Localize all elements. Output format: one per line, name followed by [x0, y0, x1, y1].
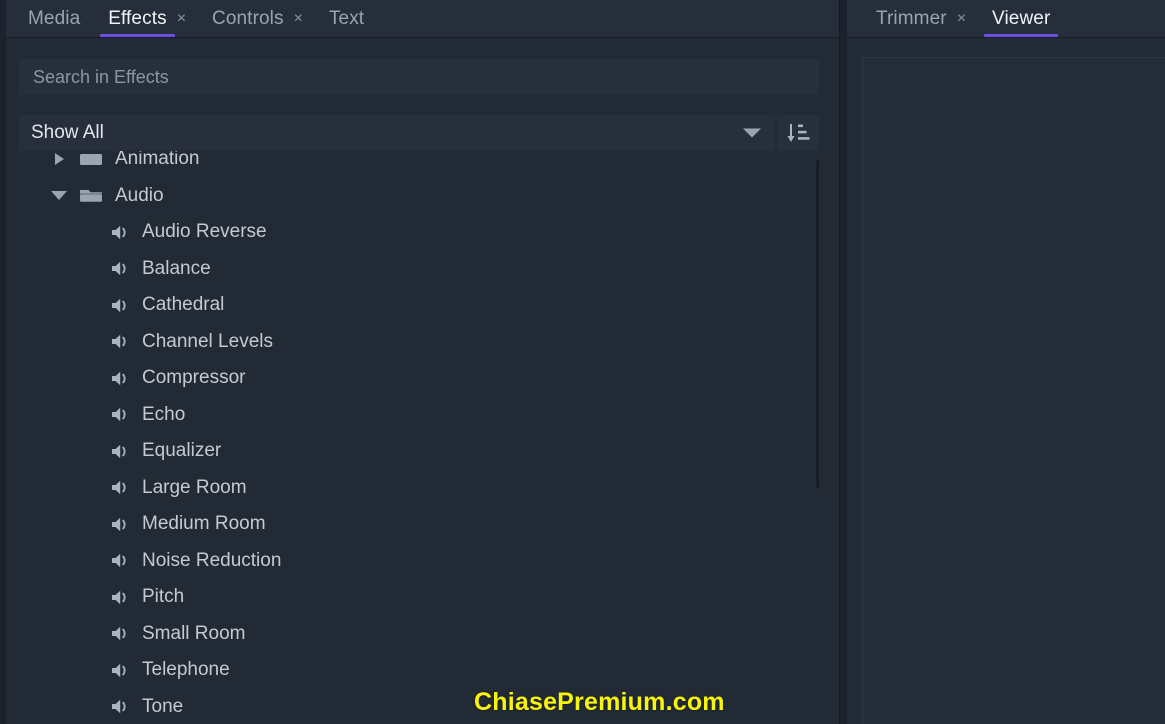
tree-folder-animation[interactable]: Animation	[19, 151, 819, 178]
tree-folder-audio[interactable]: Audio	[19, 178, 819, 215]
effects-list: Audio Reverse Balance Cathedral Channel Lev…	[19, 214, 819, 724]
speaker-icon	[111, 222, 131, 242]
speaker-icon	[111, 259, 131, 279]
search-input[interactable]	[19, 59, 819, 95]
folder-closed-icon	[79, 151, 105, 169]
speaker-icon	[111, 295, 131, 315]
tree-item-effect-label: Pitch	[142, 586, 185, 608]
tab-viewer[interactable]: Viewer	[978, 0, 1064, 37]
left-panel-edge	[0, 0, 6, 724]
tree-item-effect-label: Audio Reverse	[142, 221, 267, 243]
viewer-canvas[interactable]	[862, 57, 1165, 724]
effects-panel-body: Show All	[0, 38, 839, 724]
tab-effects[interactable]: Effects	[94, 0, 180, 37]
chevron-right-icon	[54, 153, 64, 166]
effects-scrollbar-thumb[interactable]	[816, 159, 819, 489]
effects-scrollbar-track[interactable]	[814, 151, 819, 724]
tab-controls[interactable]: Controls	[198, 0, 298, 37]
speaker-icon	[111, 478, 131, 498]
right-panel-edge	[840, 0, 847, 724]
speaker-icon	[111, 551, 131, 571]
tab-controls-label: Controls	[212, 7, 284, 29]
tree-item-effect[interactable]: Echo	[19, 397, 819, 434]
tree-item-effect[interactable]: Noise Reduction	[19, 543, 819, 580]
tree-item-effect-label: Compressor	[142, 367, 246, 389]
speaker-icon	[111, 660, 131, 680]
tree-folder-audio-label: Audio	[115, 184, 164, 206]
effects-tree: Animation Audio Audio Reverse Balance Ca…	[19, 151, 819, 724]
sort-order-button[interactable]	[777, 115, 819, 151]
tree-item-effect-label: Telephone	[142, 659, 230, 681]
tab-group-controls: Controls ×	[198, 0, 315, 37]
tab-viewer-label: Viewer	[992, 7, 1051, 29]
effects-panel: Media Effects × Controls × Text Search i…	[0, 0, 840, 724]
show-all-dropdown-label: Show All	[31, 122, 104, 143]
sort-descending-icon	[787, 124, 810, 142]
chevron-down-icon	[51, 191, 67, 201]
tree-item-effect[interactable]: Channel Levels	[19, 324, 819, 361]
tab-effects-label: Effects	[108, 7, 167, 29]
left-panel-tabbar: Media Effects × Controls × Text	[0, 0, 839, 38]
tab-text-label: Text	[328, 7, 365, 29]
tree-item-effect[interactable]: Small Room	[19, 616, 819, 653]
tree-item-effect[interactable]: Pitch	[19, 579, 819, 616]
speaker-icon	[111, 587, 131, 607]
expand-arrow-animation[interactable]	[49, 151, 69, 177]
tree-item-effect[interactable]: Medium Room	[19, 506, 819, 543]
speaker-icon	[111, 405, 131, 425]
viewer-body	[840, 38, 1165, 724]
watermark: ChiasePremium.com	[474, 688, 725, 716]
tree-item-effect[interactable]: Equalizer	[19, 433, 819, 470]
tree-item-effect[interactable]: Audio Reverse	[19, 214, 819, 251]
tree-item-effect-label: Tone	[142, 695, 184, 717]
tab-media[interactable]: Media	[14, 0, 94, 37]
tree-item-effect-label: Noise Reduction	[142, 549, 282, 571]
speaker-icon	[111, 441, 131, 461]
filter-row: Show All	[19, 115, 819, 151]
tab-group-effects: Effects ×	[94, 0, 198, 37]
tree-item-effect[interactable]: Balance	[19, 251, 819, 288]
tab-effects-underline	[100, 34, 175, 37]
tree-item-effect-label: Equalizer	[142, 440, 222, 462]
tab-trimmer[interactable]: Trimmer	[862, 0, 961, 37]
speaker-icon	[111, 514, 131, 534]
tree-item-effect[interactable]: Large Room	[19, 470, 819, 507]
app-root: Media Effects × Controls × Text Search i…	[0, 0, 1165, 724]
tree-item-effect[interactable]: Telephone	[19, 652, 819, 689]
tab-media-label: Media	[28, 7, 81, 29]
tree-item-effect-label: Small Room	[142, 622, 246, 644]
tree-item-effect-label: Balance	[142, 257, 211, 279]
search-row	[19, 38, 819, 95]
show-all-dropdown[interactable]: Show All	[19, 115, 775, 151]
tab-viewer-underline	[984, 34, 1059, 37]
viewer-panel: Trimmer × Viewer	[840, 0, 1165, 724]
tree-item-effect[interactable]: Compressor	[19, 360, 819, 397]
expand-arrow-audio[interactable]	[49, 178, 69, 214]
speaker-icon	[111, 332, 131, 352]
speaker-icon	[111, 624, 131, 644]
tab-trimmer-label: Trimmer	[876, 7, 947, 29]
chevron-down-icon	[743, 128, 761, 138]
tree-item-effect-label: Cathedral	[142, 294, 225, 316]
tree-item-effect[interactable]: Cathedral	[19, 287, 819, 324]
tree-item-effect-label: Channel Levels	[142, 330, 273, 352]
effects-tree-container: Animation Audio Audio Reverse Balance Ca…	[19, 151, 819, 724]
tree-folder-animation-label: Animation	[115, 151, 200, 170]
tree-item-effect-label: Echo	[142, 403, 186, 425]
right-panel-tabbar: Trimmer × Viewer	[840, 0, 1165, 38]
speaker-icon	[111, 697, 131, 717]
folder-open-icon	[79, 186, 105, 206]
tree-item-effect-label: Large Room	[142, 476, 247, 498]
tab-group-trimmer: Trimmer ×	[862, 0, 978, 37]
tree-item-effect-label: Medium Room	[142, 513, 266, 535]
speaker-icon	[111, 368, 131, 388]
tab-text[interactable]: Text	[315, 0, 378, 37]
